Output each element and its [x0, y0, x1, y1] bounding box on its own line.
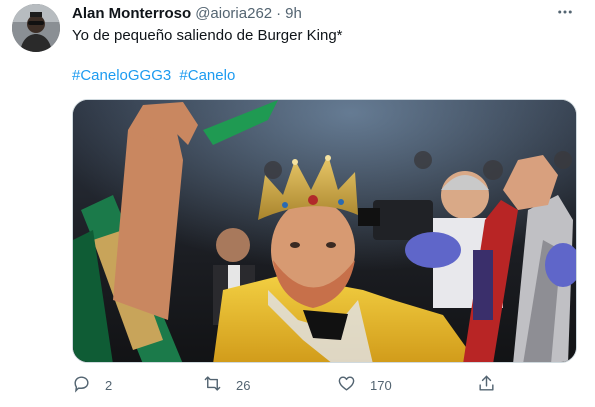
- hashtag-canelo-ggg3[interactable]: #CaneloGGG3: [72, 67, 171, 84]
- like-button[interactable]: 170: [337, 372, 392, 398]
- share-icon: [477, 374, 496, 396]
- tweet-text: Yo de pequeño saliendo de Burger King*: [72, 27, 343, 44]
- tweet-actions: 2 26 170: [72, 372, 494, 398]
- tweet[interactable]: Alan Monterroso @aioria262 · 9h Yo de pe…: [0, 0, 595, 407]
- hashtag-canelo[interactable]: #Canelo: [179, 67, 235, 84]
- like-count: 170: [370, 377, 392, 393]
- reply-count: 2: [105, 377, 113, 393]
- author-handle[interactable]: @aioria262: [195, 5, 272, 22]
- retweet-button[interactable]: 26: [203, 372, 250, 398]
- retweet-icon: [203, 374, 222, 396]
- avatar[interactable]: [12, 4, 60, 52]
- more-dots-icon: [556, 3, 574, 26]
- more-options-button[interactable]: [553, 4, 577, 24]
- tweet-time[interactable]: 9h: [285, 5, 302, 22]
- separator-dot: ·: [276, 4, 282, 22]
- share-button[interactable]: [477, 372, 496, 398]
- retweet-count: 26: [236, 377, 251, 393]
- reply-button[interactable]: 2: [72, 372, 112, 398]
- tweet-photo[interactable]: [72, 99, 577, 363]
- tweet-header: Alan Monterroso @aioria262 · 9h: [72, 3, 302, 23]
- hashtag-row: #CaneloGGG3 #Canelo: [72, 66, 235, 86]
- heart-icon: [337, 374, 356, 396]
- author-name[interactable]: Alan Monterroso: [72, 5, 191, 22]
- reply-bubble-icon: [72, 374, 91, 396]
